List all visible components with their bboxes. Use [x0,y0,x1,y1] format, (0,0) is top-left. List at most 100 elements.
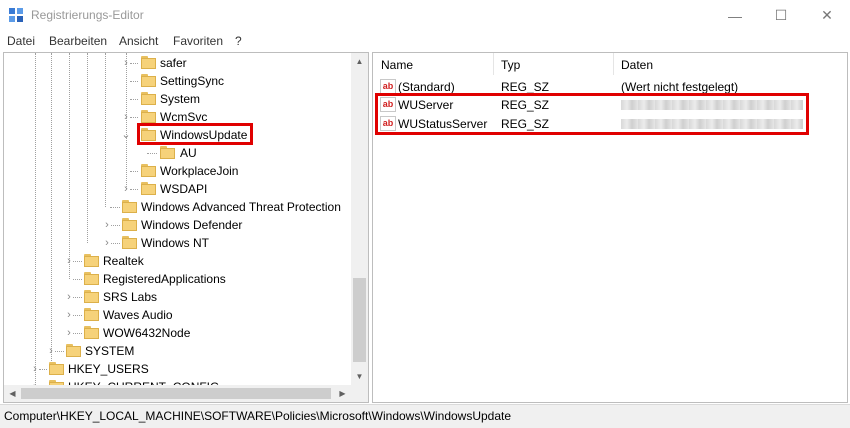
values-list: Name Typ Daten ab (Standard) REG_SZ (Wer… [372,52,848,403]
scroll-right-arrow-icon[interactable]: ▶ [334,385,351,402]
tree-node-label: SYSTEM [85,344,135,358]
column-header-label: Daten [621,58,654,72]
tree-node[interactable]: › Realtek [4,252,348,270]
tree-node[interactable]: › Waves Audio [4,306,348,324]
menu-help[interactable]: ? [235,34,242,48]
folder-icon [141,56,156,69]
collapse-chevron-icon[interactable]: ⌄ [121,128,131,142]
tree-node-label: Windows NT [141,236,210,250]
tree-node-label: HKEY_USERS [68,362,149,376]
menu-favoriten[interactable]: Favoriten [173,34,223,48]
tree-node-label: WSDAPI [160,182,208,196]
maximize-button[interactable]: ☐ [758,0,804,31]
tree-guide [73,279,82,280]
tree-node-label: WorkplaceJoin [160,164,239,178]
tree-guide [130,81,138,82]
tree-node[interactable]: › Windows Defender [4,216,348,234]
tree-guide [130,99,138,100]
menu-datei[interactable]: Datei [7,34,35,48]
tree-node-label: WOW6432Node [103,326,191,340]
tree-node-label: SettingSync [160,74,225,88]
tree-node[interactable]: › WSDAPI [4,180,348,198]
tree-node[interactable]: Windows Advanced Threat Protection [4,198,348,216]
folder-icon [84,290,99,303]
folder-icon [84,254,99,267]
highlight-box [137,123,253,145]
folder-icon [84,326,99,339]
folder-icon [141,164,156,177]
tree-node-label: WcmSvc [160,110,208,124]
folder-icon [141,110,156,123]
folder-icon [84,308,99,321]
scroll-left-arrow-icon[interactable]: ◀ [4,385,21,402]
scroll-down-arrow-icon[interactable]: ▼ [351,368,368,385]
tree-guide [130,189,138,190]
folder-icon [122,236,137,249]
tree-node[interactable]: › safer [4,54,348,72]
menu-bar: Datei Bearbeiten Ansicht Favoriten ? [0,31,850,51]
tree-node-label: RegisteredApplications [103,272,226,286]
tree-horizontal-scrollbar[interactable]: ◀ ▶ [4,385,351,402]
tree-vertical-scrollbar[interactable]: ▲ ▼ [351,53,368,385]
tree-node-label: Windows Advanced Threat Protection [141,200,341,214]
tree-node[interactable]: › HKEY_USERS [4,360,348,378]
tree-node-label: AU [180,146,197,160]
folder-icon [122,218,137,231]
scroll-thumb[interactable] [353,278,366,362]
tree-guide [110,207,120,208]
registry-editor-icon [9,8,23,22]
tree-node-label: Realtek [103,254,144,268]
value-data: (Wert nicht festgelegt) [621,80,739,94]
tree-node[interactable]: › SYSTEM [4,342,348,360]
tree-node[interactable]: › SRS Labs [4,288,348,306]
value-name: (Standard) [398,80,455,94]
folder-icon [141,182,156,195]
tree-node[interactable]: System [4,90,348,108]
folder-icon [122,200,137,213]
folder-icon [84,272,99,285]
tree-node-label: Windows Defender [141,218,243,232]
tree-guide [73,315,82,316]
tree-guide [55,351,64,352]
tree-node-label: safer [160,56,187,70]
registry-tree: › safer SettingSync System › WcmSvc ⌄ Wi… [3,52,369,403]
tree-node[interactable]: › WOW6432Node [4,324,348,342]
column-header-data[interactable]: Daten [613,53,847,75]
window-title: Registrierungs-Editor [31,8,144,22]
highlight-box [375,93,809,135]
tree-guide [130,171,138,172]
folder-icon [141,92,156,105]
column-header-label: Typ [501,58,521,72]
tree-guide [73,261,82,262]
tree-node[interactable]: › Windows NT [4,234,348,252]
scroll-up-arrow-icon[interactable]: ▲ [351,53,368,70]
menu-ansicht[interactable]: Ansicht [119,34,158,48]
tree-guide [111,225,120,226]
close-button[interactable]: ✕ [804,0,850,31]
tree-guide [130,117,138,118]
tree-node-label: Waves Audio [103,308,173,322]
column-header-name[interactable]: Name [373,53,493,75]
status-path: Computer\HKEY_LOCAL_MACHINE\SOFTWARE\Pol… [4,409,512,423]
menu-bearbeiten[interactable]: Bearbeiten [49,34,107,48]
tree-guide [39,369,47,370]
tree-node[interactable]: WorkplaceJoin [4,162,348,180]
tree-node[interactable]: SettingSync [4,72,348,90]
title-bar: Registrierungs-Editor — ☐ ✕ [0,0,850,31]
folder-icon [49,362,64,375]
string-value-icon: ab [380,79,396,94]
tree-node[interactable]: RegisteredApplications [4,270,348,288]
tree-guide [130,63,138,64]
tree-guide [73,333,82,334]
tree-node-label: SRS Labs [103,290,158,304]
folder-icon [160,146,175,159]
tree-guide [147,153,157,154]
column-header-type[interactable]: Typ [493,53,613,75]
tree-guide [73,297,82,298]
status-bar: Computer\HKEY_LOCAL_MACHINE\SOFTWARE\Pol… [0,404,850,428]
tree-node[interactable]: AU [4,144,348,162]
scroll-thumb[interactable] [21,388,331,399]
folder-icon [66,344,81,357]
column-header-label: Name [381,58,414,72]
minimize-button[interactable]: — [712,0,758,31]
